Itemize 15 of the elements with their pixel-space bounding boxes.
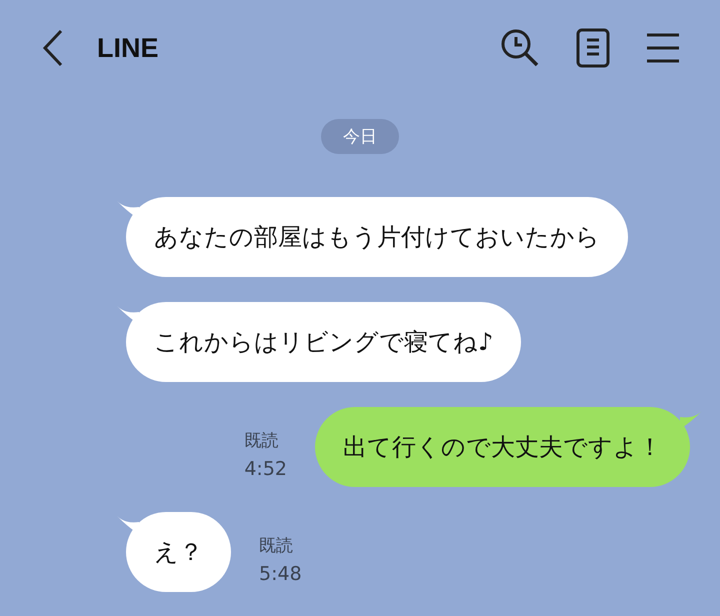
search-icon[interactable] [500,28,540,68]
message-bubble: あなたの部屋はもう片付けておいたから [126,197,628,277]
message-time: 4:52 [244,457,287,482]
read-receipt: 既読 [244,430,280,453]
chat-title: LINE [97,32,159,64]
date-chip: 今日 [321,119,399,154]
message-bubble: え？ [126,512,231,592]
message-bubble: これからはリビングで寝てね♪ [126,302,522,382]
bubble-tail [680,411,702,429]
read-receipt: 既読 [259,535,294,558]
message-bubble: 出て行くので大丈夫ですよ！ [315,407,690,487]
notes-icon[interactable] [576,28,610,68]
message-time: 5:48 [259,562,302,587]
back-icon[interactable] [42,29,64,67]
menu-icon[interactable] [646,33,680,63]
